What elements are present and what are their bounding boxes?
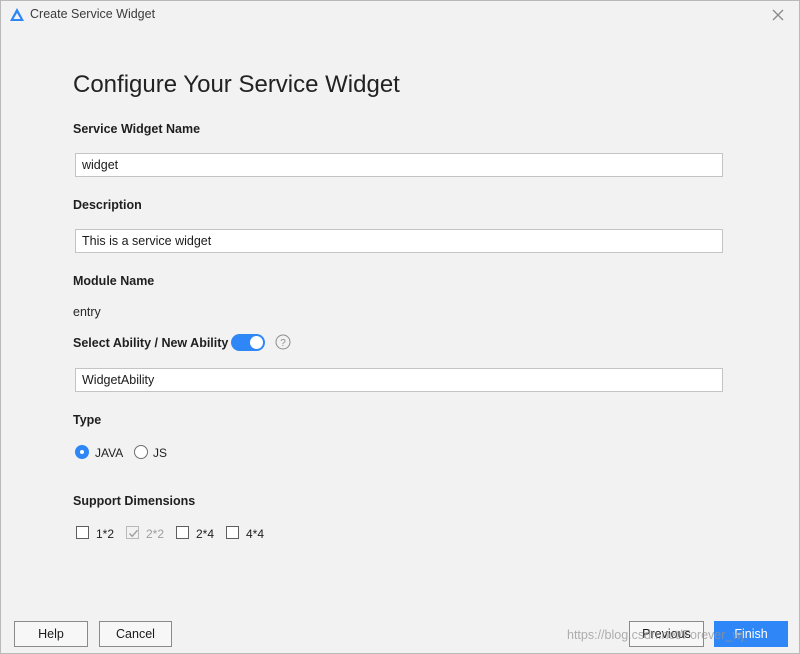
- page-title: Configure Your Service Widget: [73, 71, 400, 98]
- module-name-value: entry: [73, 305, 101, 319]
- type-label: Type: [73, 413, 102, 427]
- dimension-4x4-label[interactable]: 4*4: [246, 527, 264, 541]
- dimension-1x2-label[interactable]: 1*2: [96, 527, 114, 541]
- service-widget-name-label: Service Widget Name: [73, 122, 201, 136]
- previous-button[interactable]: Previous: [629, 621, 704, 647]
- description-label: Description: [73, 198, 142, 212]
- toggle-knob: [250, 336, 263, 349]
- ability-input[interactable]: [75, 368, 723, 392]
- dimension-2x4-checkbox[interactable]: [176, 526, 189, 539]
- help-button[interactable]: Help: [14, 621, 88, 647]
- type-js-radio[interactable]: [134, 445, 148, 459]
- description-input[interactable]: [75, 229, 723, 253]
- dimension-2x2-label: 2*2: [146, 527, 165, 541]
- type-java-label[interactable]: JAVA: [95, 446, 123, 460]
- cancel-button[interactable]: Cancel: [99, 621, 172, 647]
- module-name-label: Module Name: [73, 274, 155, 288]
- dimension-2x4-label[interactable]: 2*4: [196, 527, 214, 541]
- new-ability-toggle[interactable]: [231, 334, 265, 351]
- dimension-2x2-checkbox: [126, 526, 139, 539]
- window-title: Create Service Widget: [30, 7, 156, 21]
- support-dimensions-label: Support Dimensions: [73, 494, 196, 508]
- type-java-radio[interactable]: [75, 445, 89, 459]
- app-logo-icon: [10, 8, 24, 21]
- create-service-widget-dialog: Create Service Widget Configure Your Ser…: [0, 0, 800, 654]
- service-widget-name-input[interactable]: [75, 153, 723, 177]
- finish-button[interactable]: Finish: [714, 621, 788, 647]
- svg-text:?: ?: [280, 338, 286, 349]
- type-js-label[interactable]: JS: [153, 446, 167, 460]
- checkmark-icon: [129, 529, 139, 538]
- title-bar: Create Service Widget: [1, 1, 799, 29]
- dimension-4x4-checkbox[interactable]: [226, 526, 239, 539]
- select-ability-label: Select Ability / New Ability: [73, 336, 229, 350]
- dimension-1x2-checkbox[interactable]: [76, 526, 89, 539]
- help-question-icon[interactable]: ?: [275, 334, 291, 350]
- close-icon[interactable]: [769, 6, 787, 24]
